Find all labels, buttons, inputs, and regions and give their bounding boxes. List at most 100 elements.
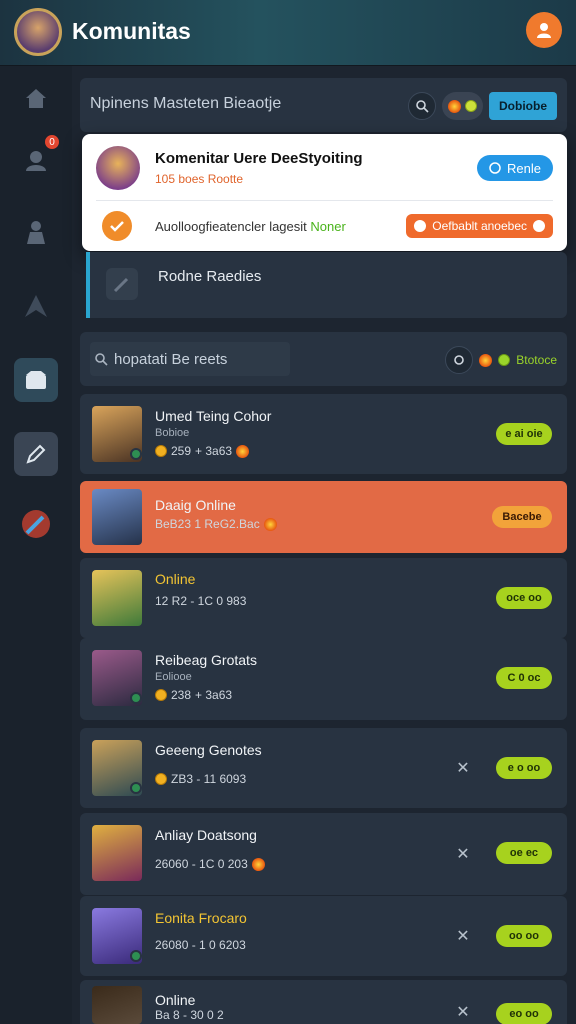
close-icon[interactable]: ✕ <box>455 928 471 945</box>
member-role: Eoliooe <box>155 671 192 683</box>
online-indicator <box>130 448 142 460</box>
home-icon <box>26 89 46 108</box>
pen-icon <box>113 277 129 293</box>
member-stats: 26060 - 1C 0 203 <box>155 857 265 871</box>
list-item[interactable]: Geeeng Genotes ZB3 - 11 6093 ✕ e o oo <box>80 728 567 808</box>
member-name: Umed Teing Cohor <box>155 408 272 424</box>
sidebar-item-community[interactable] <box>14 358 58 402</box>
list-item[interactable]: Eonita Frocaro 26080 - 1 0 6203 ✕ oo oo <box>80 896 567 976</box>
fire-icon <box>448 99 461 113</box>
comment-popup: Komenitar Uere DeeStyoiting 105 boes Roo… <box>82 134 567 251</box>
list-item[interactable]: Online Ba 8 - 30 0 2 ✕ eo oo <box>80 980 567 1024</box>
sidebar: 0 <box>0 66 72 1024</box>
popup-action-button[interactable]: Oefbablt anoebec <box>406 214 553 238</box>
action-button[interactable]: e o oo <box>496 757 552 779</box>
member-name: Online <box>155 992 196 1008</box>
avatar <box>92 570 142 626</box>
online-dot-icon <box>498 354 511 366</box>
action-button[interactable]: oce oo <box>496 587 552 609</box>
member-stats: 259 + 3a63 <box>155 444 250 458</box>
list-item[interactable]: Umed Teing Cohor Bobioe 259 + 3a63 e ai … <box>80 394 567 474</box>
sidebar-item-heroes[interactable] <box>14 210 58 254</box>
brush-icon <box>22 510 50 538</box>
member-name: Online <box>155 571 196 587</box>
list-item[interactable]: Reibeag Grotats Eoliooe 238 + 3a63 C 0 o… <box>80 638 567 720</box>
member-name: Geeeng Genotes <box>155 742 262 758</box>
list-search-bar: hopatati Be reets Btotoce <box>80 332 567 386</box>
target-icon <box>414 220 427 232</box>
search-icon <box>416 100 429 113</box>
search-text[interactable]: Npinens Masteten Bieaotje <box>90 95 281 113</box>
member-name: Anliay Doatsong <box>155 827 257 843</box>
emblem-icon <box>25 295 47 317</box>
coin-icon <box>155 773 167 785</box>
camera-icon <box>454 355 465 365</box>
status-label: Btotoce <box>516 353 557 367</box>
popup-message: Auolloogfieatencler lagesit Noner <box>155 219 346 234</box>
action-button[interactable]: eo oo <box>496 1003 552 1024</box>
camera-button[interactable] <box>445 346 474 374</box>
section-header[interactable]: Rodne Raedies <box>86 252 567 318</box>
member-stats: 238 + 3a63 <box>155 688 232 702</box>
coin-icon <box>155 445 167 457</box>
profile-action-button[interactable] <box>526 12 562 48</box>
app-header: Komunitas <box>0 0 576 66</box>
fire-icon <box>236 444 250 458</box>
member-name: Reibeag Grotats <box>155 652 257 668</box>
member-stats: 26080 - 1 0 6203 <box>155 938 246 952</box>
notification-badge: 0 <box>44 134 60 150</box>
action-button[interactable]: e ai oie <box>496 423 552 445</box>
list-item[interactable]: Daaig Online BeB23 1 ReG2.Bac Bacebe <box>80 481 567 553</box>
fire-icon <box>479 353 493 367</box>
list-search-input[interactable]: hopatati Be reets <box>90 342 290 376</box>
list-item[interactable]: Anliay Doatsong 26060 - 1C 0 203 ✕ oe ec <box>80 813 567 895</box>
coin-icon <box>155 689 167 701</box>
action-button[interactable]: Bacebe <box>492 506 552 528</box>
filter-pills[interactable] <box>442 92 483 120</box>
close-icon[interactable]: ✕ <box>455 1004 471 1021</box>
fire-icon <box>263 517 277 531</box>
divider <box>96 200 553 201</box>
people-icon <box>537 23 551 38</box>
reply-button[interactable]: Renle <box>477 155 553 181</box>
close-icon[interactable]: ✕ <box>455 846 471 863</box>
sidebar-item-edit[interactable] <box>14 432 58 476</box>
sidebar-item-messages[interactable]: 0 <box>14 134 60 182</box>
check-icon <box>102 211 132 241</box>
status-dot-icon <box>465 100 477 112</box>
tag-button[interactable]: Dobiobe <box>489 92 557 120</box>
sidebar-item-home[interactable] <box>14 76 58 120</box>
member-name: Eonita Frocaro <box>155 910 247 926</box>
search-icon <box>95 353 108 366</box>
section-icon <box>106 268 138 300</box>
search-button[interactable] <box>408 92 436 120</box>
member-stats: ZB3 - 11 6093 <box>155 772 246 786</box>
close-icon[interactable]: ✕ <box>455 760 471 777</box>
search-bar: Npinens Masteten Bieaotje Dobiobe <box>80 78 567 132</box>
popup-title: Komenitar Uere DeeStyoiting <box>155 150 363 167</box>
action-button[interactable]: C 0 oc <box>496 667 552 689</box>
reply-button-label: Renle <box>507 160 541 176</box>
online-indicator <box>130 950 142 962</box>
sidebar-item-guild[interactable] <box>14 284 58 328</box>
popup-subtitle: 105 boes Rootte <box>155 172 244 186</box>
member-stats: BeB23 1 ReG2.Bac <box>155 517 277 531</box>
online-indicator <box>130 782 142 794</box>
user-avatar[interactable] <box>14 8 62 56</box>
fire-icon <box>251 857 265 871</box>
pencil-icon <box>26 444 46 464</box>
sidebar-item-tools[interactable] <box>14 502 58 546</box>
avatar <box>92 489 142 545</box>
page-title: Komunitas <box>72 18 191 44</box>
list-item[interactable]: Online 12 R2 - 1C 0 983 oce oo <box>80 558 567 638</box>
member-stats: Ba 8 - 30 0 2 <box>155 1008 224 1022</box>
refresh-icon <box>533 220 545 232</box>
section-label: Rodne Raedies <box>158 268 262 285</box>
user-chat-icon <box>26 151 46 171</box>
action-button[interactable]: oo oo <box>496 925 552 947</box>
popup-avatar <box>96 146 140 190</box>
reply-icon <box>489 162 501 174</box>
inbox-icon <box>26 371 46 389</box>
action-button[interactable]: oe ec <box>496 842 552 864</box>
member-stats: 12 R2 - 1C 0 983 <box>155 594 247 608</box>
